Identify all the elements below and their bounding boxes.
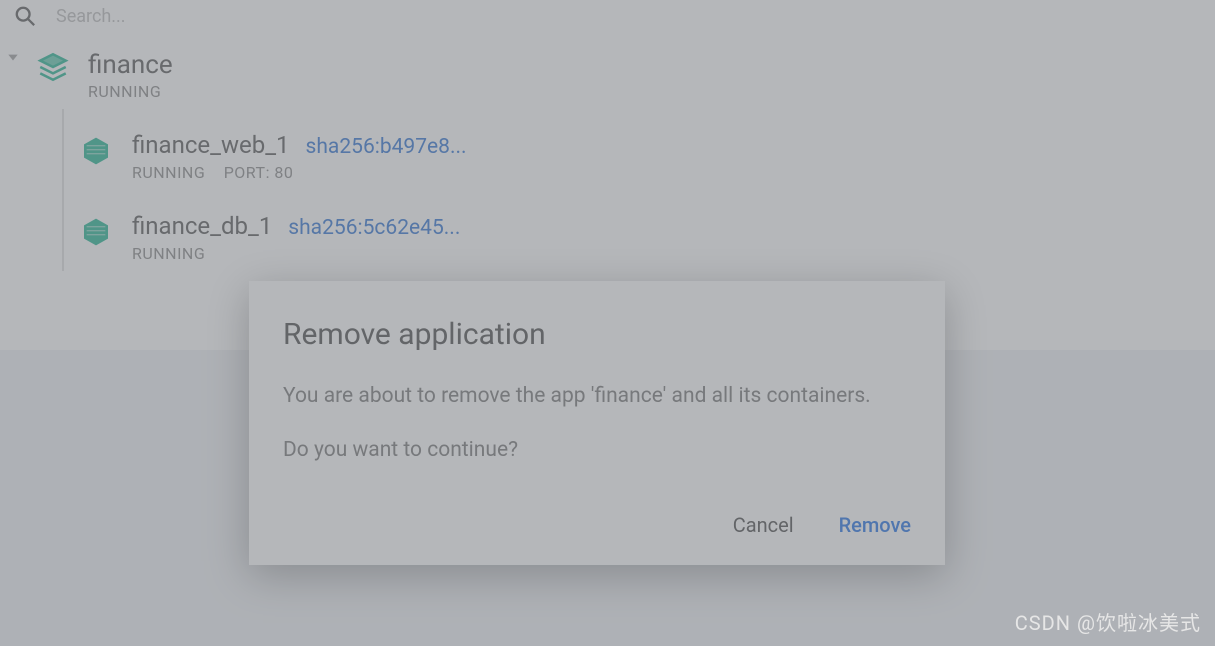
modal-overlay[interactable]	[0, 0, 1215, 646]
watermark: CSDN @饮啦冰美式	[1015, 607, 1201, 636]
